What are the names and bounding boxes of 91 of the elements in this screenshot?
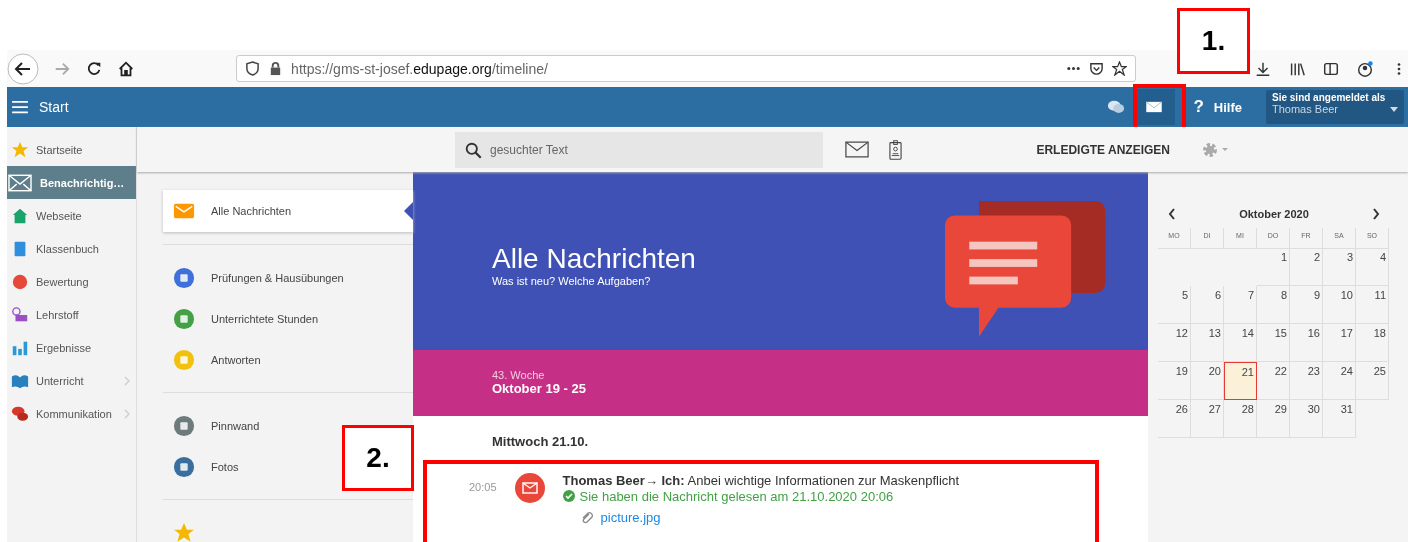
calendar-day[interactable]: 11 bbox=[1356, 286, 1389, 324]
sidebar-item[interactable]: Ergebnisse bbox=[7, 331, 136, 364]
attachment-link[interactable]: picture.jpg bbox=[600, 510, 661, 526]
week-number: 43. Woche bbox=[492, 369, 546, 381]
star-icon bbox=[173, 522, 195, 542]
user-account-button[interactable]: Sie sind angemeldet als Thomas Beer bbox=[1266, 90, 1404, 124]
sidebar-item[interactable]: Unterricht bbox=[7, 364, 136, 397]
calendar-day[interactable]: 23 bbox=[1290, 362, 1323, 400]
envelope-icon[interactable] bbox=[845, 141, 869, 158]
calendar-day[interactable]: 7 bbox=[1224, 286, 1257, 324]
calendar-day[interactable]: 15 bbox=[1257, 324, 1290, 362]
banner-title: Alle Nachrichten bbox=[492, 243, 696, 275]
banner-subtitle: Was ist neu? Welche Aufgaben? bbox=[492, 275, 652, 287]
calendar-day[interactable]: 29 bbox=[1257, 400, 1290, 438]
calendar-day[interactable]: 25 bbox=[1356, 362, 1389, 400]
calendar-day[interactable]: 26 bbox=[1158, 400, 1191, 438]
id-badge-icon[interactable] bbox=[889, 138, 902, 161]
envelope-icon bbox=[514, 473, 545, 503]
chevron-right-icon[interactable] bbox=[1372, 208, 1380, 220]
star-icon[interactable] bbox=[1112, 61, 1127, 76]
envelope-icon bbox=[1145, 101, 1164, 113]
sidebar-item[interactable]: Kommunikation bbox=[7, 397, 136, 430]
filter-item[interactable]: Prüfungen & Hausübungen bbox=[163, 257, 352, 298]
url-text: https://gms-st-josef.edupage.org/timeline/ bbox=[291, 60, 548, 77]
message-text[interactable]: Thomas Beer→ Ich: Anbei wichtige Informationen zur Maskenpflicht bbox=[562, 473, 960, 489]
chat-bubbles-icon[interactable] bbox=[1107, 98, 1126, 116]
check-circle-icon bbox=[562, 490, 575, 503]
house-icon bbox=[11, 206, 29, 225]
day-heading: Mittwoch 21.10. bbox=[491, 433, 590, 451]
calendar-day[interactable]: 3 bbox=[1323, 248, 1356, 286]
sidebar-item[interactable]: Klassenbuch bbox=[7, 232, 136, 265]
home-icon[interactable] bbox=[117, 59, 135, 78]
circle-icon bbox=[11, 272, 29, 291]
calendar-day[interactable]: 12 bbox=[1158, 324, 1191, 362]
calendar-day[interactable]: 17 bbox=[1323, 324, 1356, 362]
calendar-day[interactable]: 9 bbox=[1290, 286, 1323, 324]
monitor-icon bbox=[11, 305, 29, 324]
read-status: Sie haben die Nachricht gelesen am 21.10.2020 20:06 bbox=[579, 488, 894, 505]
sidebar-item[interactable]: Bewertung bbox=[7, 265, 136, 298]
calendar-day[interactable]: 21 bbox=[1224, 362, 1257, 400]
calendar-day[interactable]: 8 bbox=[1257, 286, 1290, 324]
circle-icon bbox=[173, 455, 195, 478]
shield-icon bbox=[245, 61, 261, 76]
calendar-day[interactable]: 31 bbox=[1323, 400, 1356, 438]
calendar-day[interactable]: 22 bbox=[1257, 362, 1290, 400]
calendar-day[interactable]: 4 bbox=[1356, 248, 1389, 286]
calendar-day[interactable]: 18 bbox=[1356, 324, 1389, 362]
annotation-number: 1. bbox=[1201, 25, 1226, 57]
search-field[interactable]: gesuchter Text bbox=[455, 131, 823, 168]
chat-bubbles-icon bbox=[11, 404, 29, 423]
calendar-day[interactable]: 16 bbox=[1290, 324, 1323, 362]
calendar-day[interactable]: 24 bbox=[1323, 362, 1356, 400]
filter-item[interactable]: Unterrichtete Stunden bbox=[163, 298, 326, 339]
pocket-icon[interactable] bbox=[1089, 61, 1104, 76]
sidebar-item[interactable]: Startseite bbox=[7, 133, 136, 166]
circle-icon bbox=[173, 414, 195, 437]
calendar-day[interactable]: 19 bbox=[1158, 362, 1191, 400]
filter-item[interactable]: Fotos bbox=[163, 446, 247, 487]
circle-icon bbox=[173, 266, 195, 289]
menu-icon bbox=[11, 100, 29, 114]
calendar-day[interactable]: 10 bbox=[1323, 286, 1356, 324]
calendar-day[interactable]: 1 bbox=[1257, 248, 1290, 286]
circle-icon bbox=[173, 348, 195, 371]
caret-icon bbox=[1390, 106, 1398, 112]
annotation-number: 2. bbox=[366, 442, 390, 474]
calendar-day[interactable]: 2 bbox=[1290, 248, 1323, 286]
calendar-day[interactable]: 5 bbox=[1158, 286, 1191, 324]
account-icon[interactable] bbox=[1356, 59, 1374, 78]
week-range: Oktober 19 - 25 bbox=[492, 381, 587, 396]
sidebar-item[interactable]: Benachrichtig… bbox=[7, 166, 136, 199]
calendar-day[interactable]: 6 bbox=[1191, 286, 1224, 324]
help-button[interactable]: ? Hilfe bbox=[1187, 96, 1248, 118]
filter-item[interactable]: Alle Nachrichten bbox=[163, 190, 413, 232]
reload-icon[interactable] bbox=[85, 59, 103, 78]
url-field[interactable]: https://gms-st-josef.edupage.org/timeline/ bbox=[236, 55, 1136, 82]
calendar-day[interactable]: 28 bbox=[1224, 400, 1257, 438]
start-menu-button[interactable]: Start bbox=[7, 99, 73, 115]
calendar-month: Oktober 2020 bbox=[1239, 208, 1309, 220]
paperclip-icon bbox=[580, 511, 593, 525]
star-icon bbox=[11, 140, 29, 159]
sidebar-item[interactable]: Lehrstoff bbox=[7, 298, 136, 331]
message-time: 20:05 bbox=[469, 481, 497, 493]
filter-item[interactable]: Antworten bbox=[163, 339, 269, 380]
circle-icon bbox=[173, 307, 195, 330]
calendar-day[interactable]: 27 bbox=[1191, 400, 1224, 438]
calendar-day[interactable]: 30 bbox=[1290, 400, 1323, 438]
sidebar-item[interactable]: Webseite bbox=[7, 199, 136, 232]
calendar-day[interactable]: 13 bbox=[1191, 324, 1224, 362]
chevron-left-icon[interactable] bbox=[1168, 208, 1176, 220]
filter-item[interactable]: Pinnwand bbox=[163, 405, 268, 446]
show-completed-button[interactable]: ERLEDIGTE ANZEIGEN bbox=[1030, 141, 1176, 158]
